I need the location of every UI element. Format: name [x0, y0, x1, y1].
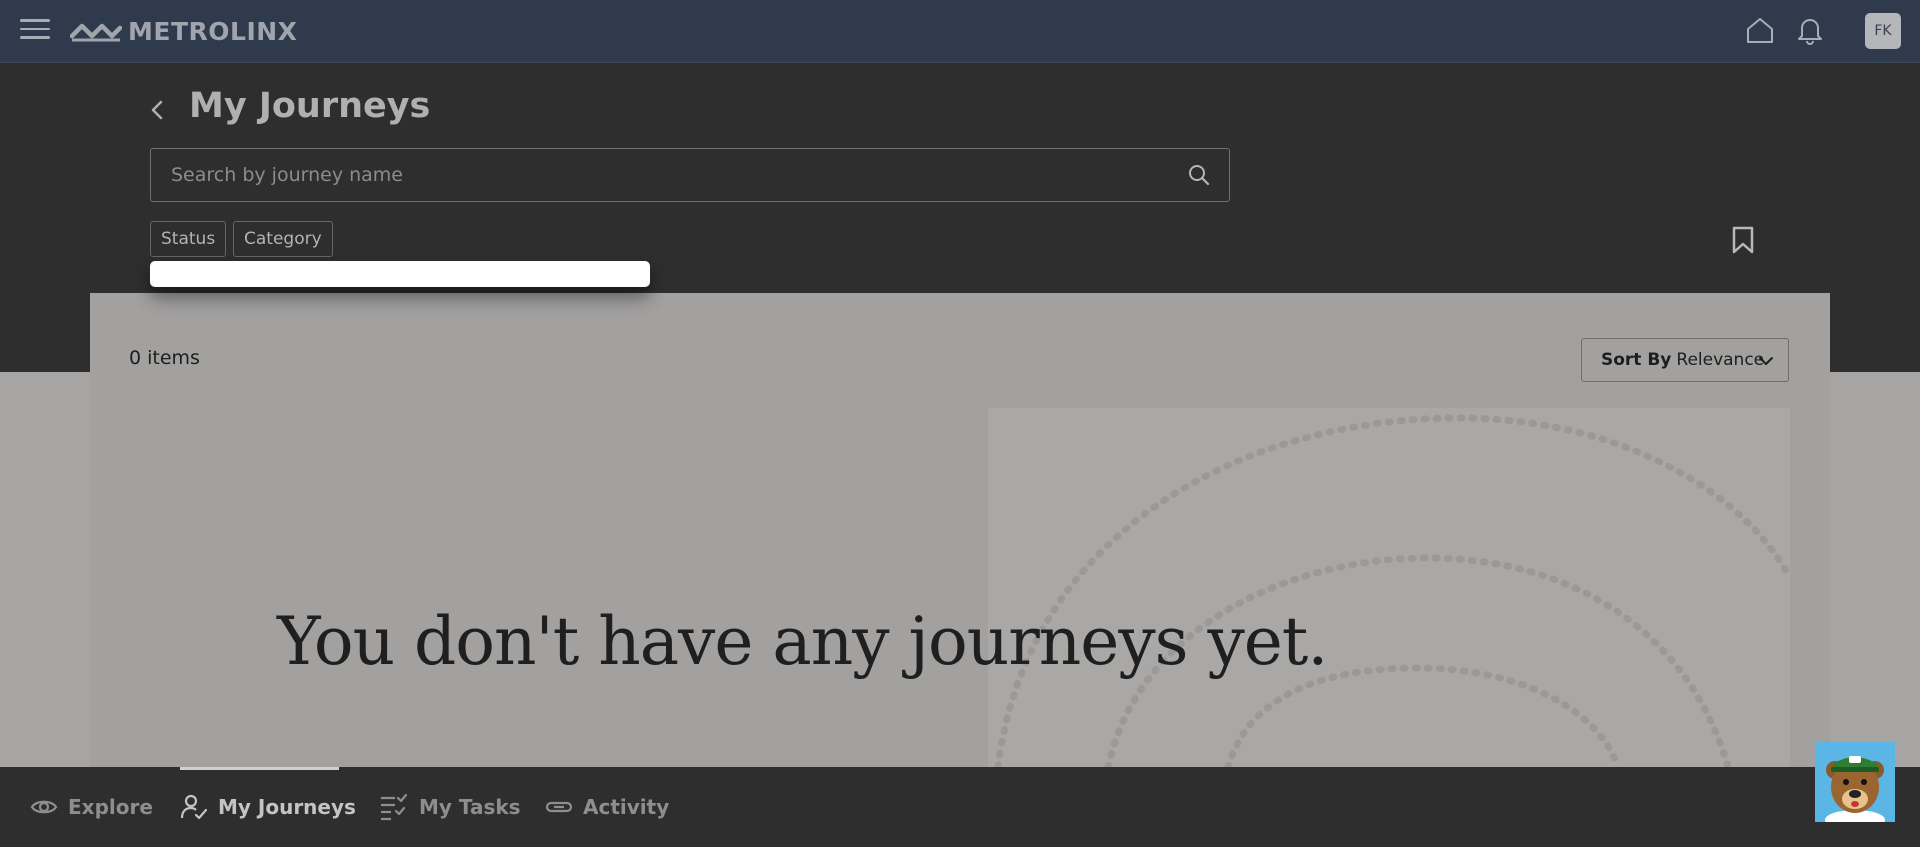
- person-check-icon: [180, 794, 208, 820]
- search-icon[interactable]: [1187, 163, 1211, 187]
- sort-label: Sort By: [1601, 350, 1672, 370]
- checklist-icon: [381, 793, 408, 821]
- nav-my-journeys-label: My Journeys: [218, 795, 356, 819]
- items-count: 0 items: [129, 347, 200, 369]
- status-filter-chip[interactable]: Status: [150, 221, 227, 257]
- nav-explore-label: Explore: [68, 795, 153, 819]
- chevron-down-icon: [1759, 357, 1773, 365]
- page-title: My Journeys: [189, 86, 431, 126]
- eye-icon: [30, 800, 58, 814]
- nav-activity-label: Activity: [583, 795, 670, 819]
- logo-text: METROLINX: [128, 16, 298, 46]
- back-arrow-icon[interactable]: [144, 97, 170, 123]
- search-input[interactable]: [151, 149, 1151, 201]
- nav-my-tasks-label: My Tasks: [419, 795, 521, 819]
- metrolinx-logo[interactable]: METROLINX: [70, 13, 297, 49]
- empty-state-illustration: [988, 408, 1790, 767]
- empty-state-message: You don't have any journeys yet.: [277, 603, 1328, 680]
- bottom-navigation: Explore My Journeys My Tasks Activity: [0, 767, 1920, 847]
- bear-mascot-icon: [1815, 742, 1895, 822]
- link-icon: [545, 801, 573, 813]
- home-icon[interactable]: [1744, 14, 1776, 46]
- journeys-results-card: 0 items Sort By Relevance You don't have…: [90, 293, 1830, 767]
- user-avatar[interactable]: FK: [1865, 13, 1901, 49]
- category-filter-chip[interactable]: Category: [233, 221, 333, 257]
- nav-my-journeys[interactable]: My Journeys: [180, 767, 356, 847]
- nav-activity[interactable]: Activity: [545, 767, 669, 847]
- metrolinx-wave-icon: [70, 23, 122, 42]
- top-header: METROLINX FK: [0, 0, 1920, 63]
- nav-my-tasks[interactable]: My Tasks: [379, 767, 521, 847]
- bell-icon[interactable]: [1794, 14, 1826, 46]
- sort-dropdown[interactable]: Sort By Relevance: [1581, 338, 1789, 382]
- active-tab-indicator: [180, 767, 339, 770]
- sort-value: Relevance: [1676, 350, 1765, 370]
- bookmark-icon[interactable]: [1730, 225, 1756, 255]
- filter-dropdown-panel[interactable]: [150, 261, 650, 287]
- nav-explore[interactable]: Explore: [30, 767, 153, 847]
- assistant-bear-avatar[interactable]: [1815, 742, 1895, 822]
- journey-search-box: [150, 148, 1230, 202]
- hamburger-menu-icon[interactable]: [20, 19, 50, 43]
